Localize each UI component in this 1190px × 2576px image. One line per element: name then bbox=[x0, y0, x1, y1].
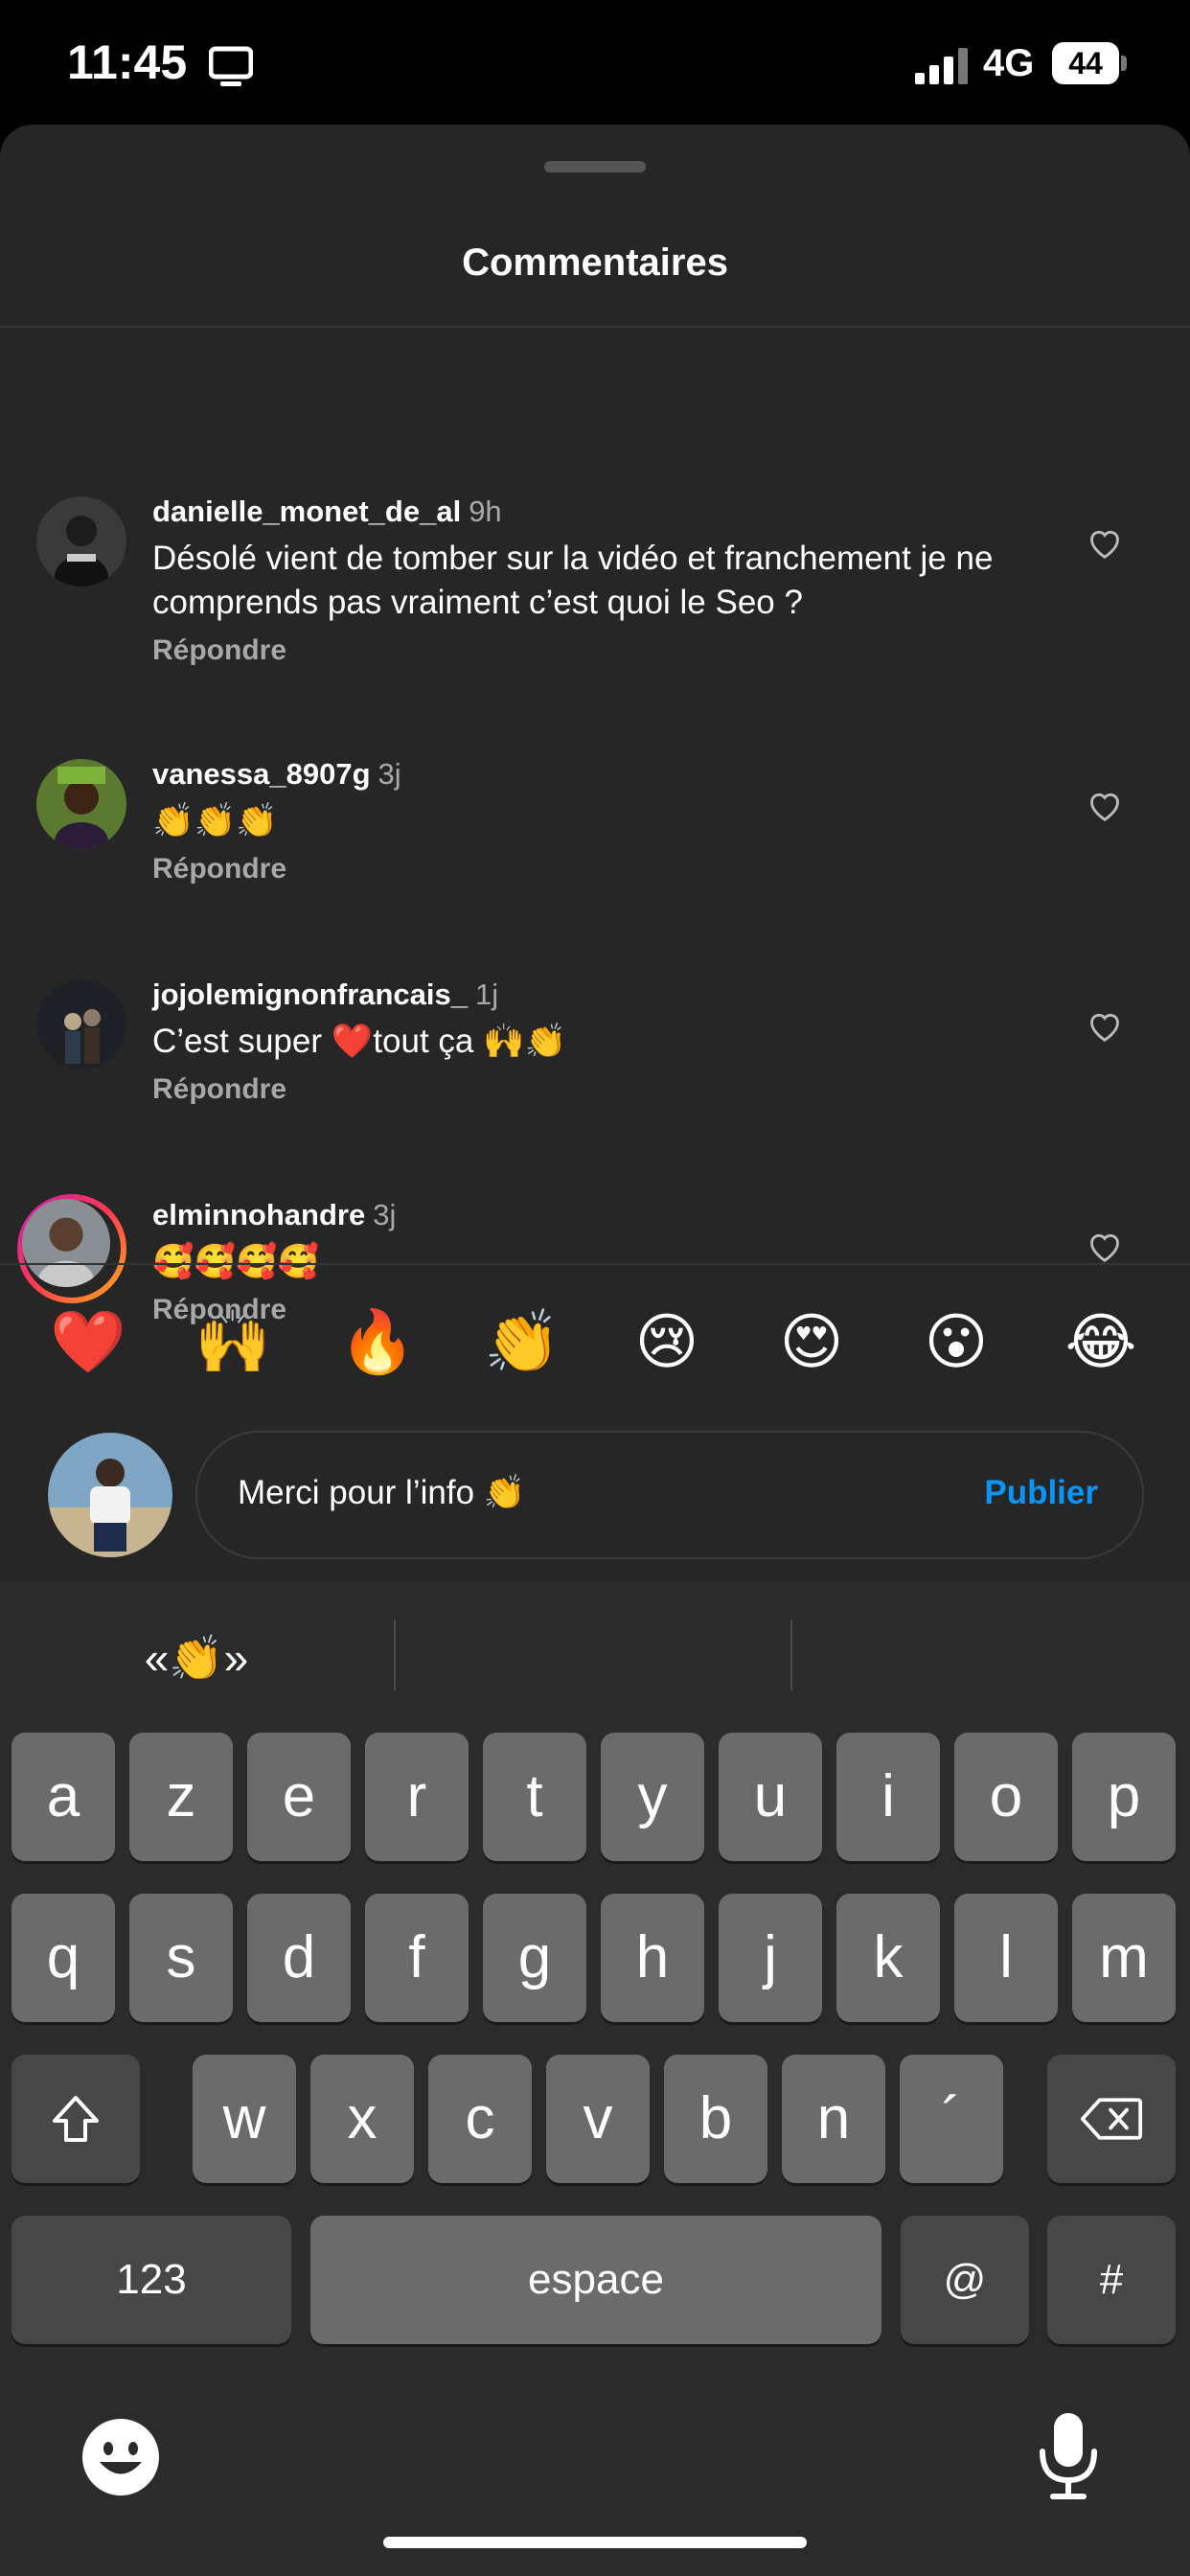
like-heart-icon[interactable] bbox=[1087, 1229, 1123, 1265]
shift-key[interactable] bbox=[11, 2055, 140, 2183]
comment-input-text[interactable]: Merci pour l’info 👏 bbox=[238, 1473, 525, 1512]
avatar-with-story-ring[interactable] bbox=[17, 1194, 126, 1303]
comments-sheet: Commentaires danielle_monet_de_al 9h Déso… bbox=[0, 125, 1190, 1581]
avatar[interactable] bbox=[36, 979, 126, 1070]
key-c[interactable]: c bbox=[428, 2055, 532, 2183]
microphone-icon[interactable] bbox=[1035, 2411, 1102, 2501]
avatar[interactable] bbox=[36, 496, 126, 586]
comment-time: 9h bbox=[469, 494, 502, 528]
home-indicator bbox=[383, 2537, 807, 2548]
key-t[interactable]: t bbox=[483, 1733, 586, 1861]
key-v[interactable]: v bbox=[546, 2055, 650, 2183]
comment-text: 🥰🥰🥰🥰 bbox=[152, 1243, 320, 1280]
reply-button[interactable]: Répondre bbox=[152, 634, 286, 667]
space-key[interactable]: espace bbox=[310, 2216, 881, 2344]
key-h[interactable]: h bbox=[601, 1894, 704, 2022]
comment-input-field[interactable]: Merci pour l’info 👏 Publier bbox=[195, 1431, 1144, 1559]
battery-icon: 44 bbox=[1052, 42, 1129, 84]
key-a[interactable]: a bbox=[11, 1733, 115, 1861]
quick-emoji-raising-hands[interactable]: 🙌 bbox=[195, 1303, 271, 1380]
backspace-key[interactable] bbox=[1047, 2055, 1176, 2183]
shift-icon bbox=[53, 2096, 99, 2142]
key-o[interactable]: o bbox=[954, 1733, 1058, 1861]
quick-emoji-crying[interactable]: 😢 bbox=[629, 1303, 705, 1380]
backspace-icon bbox=[1080, 2098, 1143, 2140]
comment-time: 3j bbox=[373, 1198, 397, 1231]
reply-button[interactable]: Répondre bbox=[152, 1073, 286, 1106]
screen-mirroring-icon bbox=[209, 46, 253, 86]
quick-emoji-heart-eyes[interactable]: 😍 bbox=[773, 1303, 850, 1380]
like-heart-icon[interactable] bbox=[1087, 788, 1123, 824]
key-k[interactable]: k bbox=[836, 1894, 940, 2022]
comment-time: 1j bbox=[475, 978, 499, 1011]
key-acute-accent[interactable]: ´ bbox=[900, 2055, 1003, 2183]
sheet-title: Commentaires bbox=[462, 242, 728, 284]
keyboard-suggestion[interactable]: «👏» bbox=[86, 1618, 307, 1698]
key-w[interactable]: w bbox=[193, 2055, 296, 2183]
key-d[interactable]: d bbox=[247, 1894, 351, 2022]
quick-emoji-surprised[interactable]: 😮 bbox=[918, 1303, 995, 1380]
key-l[interactable]: l bbox=[954, 1894, 1058, 2022]
comment-text: 👏👏👏 bbox=[152, 802, 278, 840]
publish-button[interactable]: Publier bbox=[984, 1474, 1098, 1512]
numbers-key[interactable]: 123 bbox=[11, 2216, 291, 2344]
battery-level: 44 bbox=[1052, 42, 1119, 84]
key-q[interactable]: q bbox=[11, 1894, 115, 2022]
quick-emoji-red-heart[interactable]: ❤️ bbox=[50, 1303, 126, 1380]
keyboard: «👏» a z e r t y u i o p q s d f g h j k … bbox=[0, 1581, 1190, 2576]
like-heart-icon[interactable] bbox=[1087, 1008, 1123, 1045]
key-z[interactable]: z bbox=[129, 1733, 233, 1861]
key-u[interactable]: u bbox=[719, 1733, 822, 1861]
comment-time: 3j bbox=[378, 757, 401, 791]
network-type: 4G bbox=[983, 42, 1035, 84]
key-i[interactable]: i bbox=[836, 1733, 940, 1861]
comment-text: Désolé vient de tomber sur la vidéo et f… bbox=[152, 540, 994, 621]
key-j[interactable]: j bbox=[719, 1894, 822, 2022]
composer-avatar bbox=[48, 1433, 172, 1557]
comment-username[interactable]: jojolemignonfrancais_ bbox=[152, 978, 468, 1011]
key-f[interactable]: f bbox=[365, 1894, 469, 2022]
divider bbox=[790, 1620, 792, 1690]
key-p[interactable]: p bbox=[1072, 1733, 1176, 1861]
divider bbox=[394, 1620, 396, 1690]
status-bar: 11:45 4G 44 bbox=[0, 0, 1190, 126]
quick-emoji-fire[interactable]: 🔥 bbox=[339, 1303, 416, 1380]
avatar[interactable] bbox=[36, 759, 126, 849]
at-key[interactable]: @ bbox=[901, 2216, 1029, 2344]
key-n[interactable]: n bbox=[782, 2055, 885, 2183]
cellular-signal-icon bbox=[915, 48, 968, 84]
reply-button[interactable]: Répondre bbox=[152, 853, 286, 886]
key-e[interactable]: e bbox=[247, 1733, 351, 1861]
divider bbox=[0, 326, 1190, 328]
key-b[interactable]: b bbox=[664, 2055, 767, 2183]
quick-emoji-clapping[interactable]: 👏 bbox=[484, 1303, 561, 1380]
emoji-keyboard-icon[interactable] bbox=[80, 2417, 161, 2497]
like-heart-icon[interactable] bbox=[1087, 525, 1123, 562]
key-g[interactable]: g bbox=[483, 1894, 586, 2022]
comment-username[interactable]: danielle_monet_de_al bbox=[152, 494, 461, 528]
key-r[interactable]: r bbox=[365, 1733, 469, 1861]
comment-text: C’est super ❤️tout ça 🙌👏 bbox=[152, 1023, 567, 1060]
status-time: 11:45 bbox=[67, 35, 188, 89]
comment-username[interactable]: vanessa_8907g bbox=[152, 757, 371, 791]
divider bbox=[0, 1263, 1190, 1265]
quick-emoji-laughing[interactable]: 😂 bbox=[1063, 1303, 1139, 1380]
sheet-grab-handle[interactable] bbox=[544, 161, 646, 172]
key-m[interactable]: m bbox=[1072, 1894, 1176, 2022]
key-y[interactable]: y bbox=[601, 1733, 704, 1861]
hash-key[interactable]: # bbox=[1047, 2216, 1176, 2344]
comment-username[interactable]: elminnohandre bbox=[152, 1198, 365, 1231]
key-x[interactable]: x bbox=[310, 2055, 414, 2183]
key-s[interactable]: s bbox=[129, 1894, 233, 2022]
